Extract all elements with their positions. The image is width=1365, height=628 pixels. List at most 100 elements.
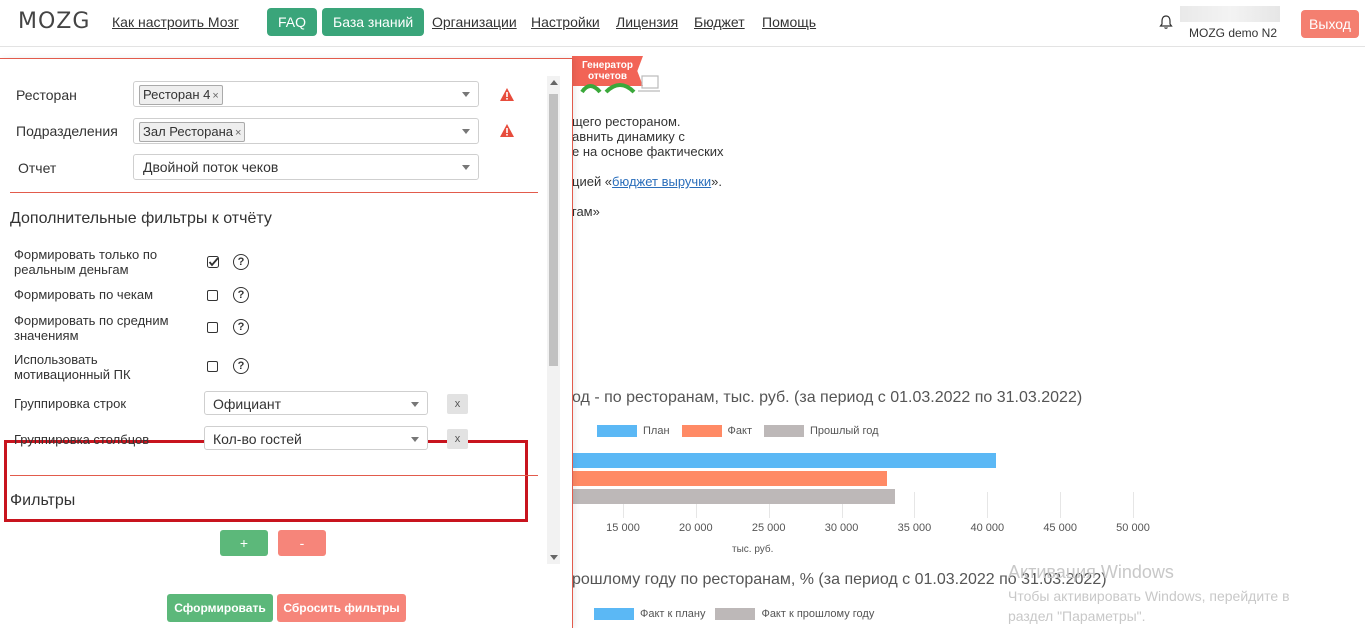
background-page: Генератор отчетов щего рестораном. авнить… (572, 46, 1365, 627)
x-tick-label: 25 000 (751, 522, 786, 534)
option-motivation-checkbox[interactable] (207, 361, 218, 372)
nav-how-to[interactable]: Как настроить Мозг (112, 14, 239, 30)
legend-swatch-vs-last-year (715, 608, 756, 620)
bar-1[interactable] (572, 471, 887, 486)
help-icon[interactable]: ? (233, 319, 249, 335)
x-tick-label: 45 000 (1043, 522, 1077, 534)
scrollbar[interactable] (547, 76, 560, 564)
gridline (1133, 492, 1134, 518)
report-settings-panel: Ресторан Ресторан 4 × Подразделения Зал Р… (0, 58, 573, 628)
divider (10, 475, 538, 476)
x-tick-label: 15 000 (606, 522, 640, 534)
legend-last-year: Прошлый год (810, 425, 879, 437)
remove-filter-button[interactable]: - (278, 530, 326, 556)
mascot-icon (580, 75, 660, 94)
restaurant-label: Ресторан (16, 87, 77, 103)
option-averages-checkbox[interactable] (207, 322, 218, 333)
nav-budget[interactable]: Бюджет (694, 14, 745, 30)
description-line: е на основе фактических (572, 144, 724, 159)
legend-vs-last-year: Факт к прошлому году (761, 608, 875, 620)
top-bar: MOZG Как настроить Мозг FAQ База знаний … (0, 0, 1365, 47)
x-axis-label: тыс. руб. (732, 544, 774, 555)
division-select[interactable]: Зал Ресторана × (133, 118, 479, 144)
x-tick-label: 20 000 (679, 522, 713, 534)
description-line: щего рестораном. (572, 114, 681, 129)
division-label: Подразделения (16, 123, 118, 139)
logo[interactable]: MOZG (18, 9, 90, 34)
extra-filters-title: Дополнительные фильтры к отчёту (10, 210, 272, 227)
x-tick-label: 40 000 (970, 522, 1005, 534)
nav-license[interactable]: Лицензия (616, 14, 678, 30)
bell-icon[interactable] (1158, 14, 1174, 30)
logout-button[interactable]: Выход (1301, 10, 1359, 38)
legend-plan: План (643, 425, 670, 437)
chevron-down-icon (411, 437, 419, 442)
bar-0[interactable] (572, 453, 997, 468)
column-grouping-clear-button[interactable]: x (447, 429, 468, 449)
gridline (987, 492, 989, 518)
legend-fact: Факт (727, 425, 752, 437)
column-grouping-value: Кол-во гостей (213, 431, 302, 447)
row-grouping-label: Группировка строк (14, 396, 127, 411)
restaurant-select[interactable]: Ресторан 4 × (133, 81, 479, 107)
filters-title: Фильтры (10, 492, 76, 509)
gridline (914, 492, 916, 518)
chart-title: од - по ресторанам, тыс. руб. (за период… (572, 389, 1083, 406)
divider (10, 192, 538, 193)
avatar (1180, 6, 1280, 22)
add-filter-button[interactable]: + (220, 530, 268, 556)
generate-button[interactable]: Сформировать (167, 594, 273, 622)
legend-swatch-fact (681, 425, 722, 437)
gridline (1060, 492, 1062, 518)
description-line: авнить динамику с (572, 129, 685, 144)
option-motivation-label: Использовать мотивационный ПК (14, 352, 131, 382)
division-tag: Зал Ресторана × (139, 122, 246, 142)
help-icon[interactable]: ? (233, 287, 249, 303)
option-checks-checkbox[interactable] (207, 290, 218, 301)
help-icon[interactable]: ? (233, 254, 249, 270)
x-tick-label: 35 000 (897, 522, 932, 534)
report-label: Отчет (18, 160, 57, 176)
nav-knowledge-base-button[interactable]: База знаний (322, 8, 425, 36)
bar-2[interactable] (572, 489, 896, 504)
restaurant-tag: Ресторан 4 × (139, 85, 223, 105)
windows-activation-title: Активация Windows (1008, 562, 1174, 582)
scroll-down-icon[interactable] (550, 555, 558, 560)
reset-filters-button[interactable]: Сбросить фильтры (277, 594, 406, 622)
x-tick-label: 30 000 (824, 522, 859, 534)
chart-legend-2: Факт к плану Факт к прошлому году (594, 608, 874, 620)
x-tick-label: 50 000 (1116, 522, 1150, 534)
tag-remove-icon[interactable]: × (235, 127, 241, 139)
option-checks-label: Формировать по чекам (14, 287, 154, 302)
warning-icon (500, 88, 514, 101)
chevron-down-icon (411, 402, 419, 407)
legend-swatch-plan (597, 425, 637, 437)
user-name[interactable]: MOZG demo N2 (1189, 26, 1277, 40)
option-averages-label: Формировать по средним значениям (14, 313, 169, 343)
windows-activation-text: Чтобы активировать Windows, перейдите вр… (1008, 588, 1290, 624)
scroll-up-icon[interactable] (550, 80, 558, 85)
option-real-money-checkbox[interactable] (207, 256, 219, 268)
tag-remove-icon[interactable]: × (212, 90, 218, 102)
row-grouping-value: Официант (213, 396, 281, 412)
row-grouping-select[interactable]: Официант (204, 391, 428, 415)
chart-legend: План Факт Прошлый год (597, 425, 879, 437)
chevron-down-icon (462, 92, 470, 97)
legend-swatch-vs-plan (594, 608, 634, 620)
report-select[interactable]: Двойной поток чеков (133, 154, 479, 180)
legend-swatch-last-year (764, 425, 804, 437)
report-select-value: Двойной поток чеков (143, 159, 279, 175)
help-icon[interactable]: ? (233, 358, 249, 374)
legend-vs-plan: Факт к плану (640, 608, 706, 620)
nav-help[interactable]: Помощь (762, 14, 816, 30)
scrollbar-thumb[interactable] (549, 94, 558, 366)
budget-revenue-link[interactable]: бюджет выручки (612, 174, 711, 189)
nav-faq-button[interactable]: FAQ (267, 8, 318, 36)
grouping-highlight (4, 440, 528, 522)
column-grouping-select[interactable]: Кол-во гостей (204, 426, 428, 450)
nav-settings[interactable]: Настройки (531, 14, 600, 30)
chevron-down-icon (462, 129, 470, 134)
nav-organizations[interactable]: Организации (432, 14, 517, 30)
row-grouping-clear-button[interactable]: x (447, 394, 468, 414)
option-real-money-label: Формировать только по реальным деньгам (14, 247, 158, 277)
